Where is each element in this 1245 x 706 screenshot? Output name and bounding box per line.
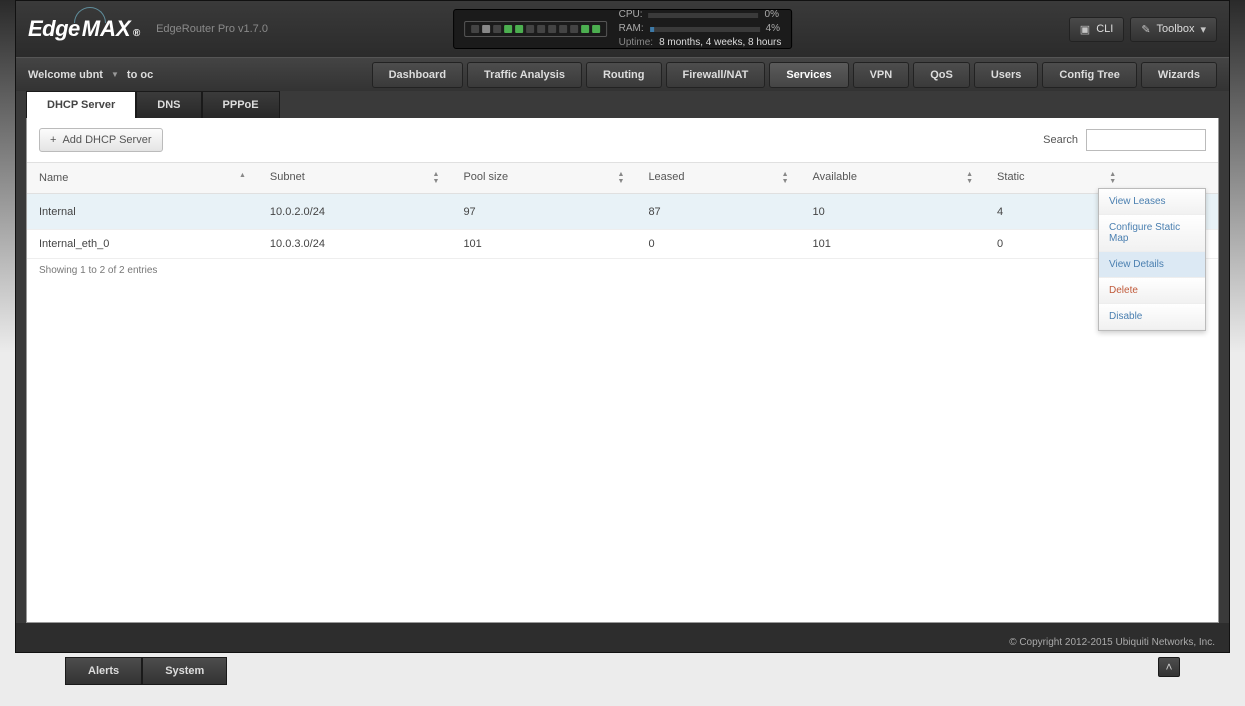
logo-arc-icon: [74, 7, 106, 23]
port-icon: [537, 25, 545, 33]
port-icon: [515, 25, 523, 33]
chevron-down-icon: ▾: [1200, 23, 1206, 36]
tab-wizards[interactable]: Wizards: [1141, 62, 1217, 88]
cli-label: CLI: [1096, 23, 1113, 35]
search-input[interactable]: [1086, 129, 1206, 151]
table-info: Showing 1 to 2 of 2 entries: [27, 259, 1218, 282]
cpu-bar: [649, 13, 759, 18]
port-diagram: [464, 21, 607, 37]
sort-icon: ▲▼: [433, 171, 440, 185]
port-icon: [471, 25, 479, 33]
menu-view-details[interactable]: View Details: [1099, 252, 1205, 278]
sort-icon: ▲▼: [618, 171, 625, 185]
port-icon: [592, 25, 600, 33]
col-leased[interactable]: Leased▲▼: [636, 163, 800, 194]
port-icon: [570, 25, 578, 33]
menu-view-leases[interactable]: View Leases: [1099, 189, 1205, 215]
welcome-text[interactable]: Welcome ubnt: [28, 69, 103, 81]
tab-routing[interactable]: Routing: [586, 62, 662, 88]
sort-icon: ▲▼: [1109, 171, 1116, 185]
plus-icon: +: [50, 134, 56, 146]
sort-icon: ▲▼: [966, 171, 973, 185]
stats-panel: CPU: 0% RAM: 4% Uptime: 8 months, 4 week…: [453, 9, 793, 49]
tab-qos[interactable]: QoS: [913, 62, 970, 88]
tab-config[interactable]: Config Tree: [1042, 62, 1137, 88]
cell-pool: 101: [451, 230, 636, 259]
brand-part1: Edge: [28, 16, 80, 42]
cell-name: Internal: [27, 194, 258, 230]
col-pool[interactable]: Pool size▲▼: [451, 163, 636, 194]
ram-label: RAM:: [619, 22, 644, 36]
tab-vpn[interactable]: VPN: [853, 62, 910, 88]
menu-configure-static-map[interactable]: Configure Static Map: [1099, 215, 1205, 252]
tab-firewall[interactable]: Firewall/NAT: [666, 62, 766, 88]
search-label: Search: [1043, 134, 1078, 146]
port-icon: [581, 25, 589, 33]
cell-name: Internal_eth_0: [27, 230, 258, 259]
add-label: Add DHCP Server: [62, 134, 151, 146]
tab-services[interactable]: Services: [769, 62, 848, 88]
ram-percent: 4%: [766, 22, 780, 36]
tab-traffic[interactable]: Traffic Analysis: [467, 62, 582, 88]
cpu-label: CPU:: [619, 8, 643, 22]
subtab-pppoe[interactable]: PPPoE: [202, 91, 280, 118]
port-icon: [548, 25, 556, 33]
uptime-label: Uptime:: [619, 36, 653, 50]
cell-subnet: 10.0.3.0/24: [258, 230, 452, 259]
table-row[interactable]: Internal_eth_0 10.0.3.0/24 101 0 101 0: [27, 230, 1218, 259]
col-available[interactable]: Available▲▼: [801, 163, 986, 194]
cell-leased: 87: [636, 194, 800, 230]
cell-available: 101: [801, 230, 986, 259]
wrench-icon: ✎: [1141, 23, 1150, 36]
add-dhcp-server-button[interactable]: + Add DHCP Server: [39, 128, 163, 152]
cell-pool: 97: [451, 194, 636, 230]
port-icon: [559, 25, 567, 33]
terminal-icon: ▣: [1080, 23, 1090, 36]
cli-button[interactable]: ▣ CLI: [1069, 17, 1125, 42]
collapse-button[interactable]: ˄: [1158, 657, 1180, 677]
actions-dropdown: View Leases Configure Static Map View De…: [1098, 188, 1206, 331]
port-icon: [526, 25, 534, 33]
toolbox-label: Toolbox: [1157, 23, 1195, 35]
copyright-text: © Copyright 2012-2015 Ubiquiti Networks,…: [16, 633, 1229, 652]
ram-bar: [650, 27, 760, 32]
chevron-up-icon: ˄: [1165, 660, 1172, 674]
uptime-value: 8 months, 4 weeks, 8 hours: [659, 36, 781, 50]
port-icon: [504, 25, 512, 33]
subtab-dns[interactable]: DNS: [136, 91, 201, 118]
port-icon: [493, 25, 501, 33]
tooc-text[interactable]: to oc: [127, 69, 153, 81]
port-icon: [482, 25, 490, 33]
menu-disable[interactable]: Disable: [1099, 304, 1205, 330]
cell-leased: 0: [636, 230, 800, 259]
sort-asc-icon: ▲: [239, 172, 246, 179]
col-name[interactable]: Name▲: [27, 163, 258, 194]
table-row[interactable]: Internal 10.0.2.0/24 97 87 10 4 Actions …: [27, 194, 1218, 230]
subtab-dhcp[interactable]: DHCP Server: [26, 91, 136, 118]
cell-subnet: 10.0.2.0/24: [258, 194, 452, 230]
cpu-percent: 0%: [765, 8, 779, 22]
dock-system[interactable]: System: [142, 657, 227, 685]
model-label: EdgeRouter Pro v1.7.0: [156, 23, 268, 35]
tab-users[interactable]: Users: [974, 62, 1039, 88]
chevron-down-icon: ▼: [111, 70, 119, 79]
cell-available: 10: [801, 194, 986, 230]
menu-delete[interactable]: Delete: [1099, 278, 1205, 304]
toolbox-button[interactable]: ✎ Toolbox ▾: [1130, 17, 1217, 42]
tab-dashboard[interactable]: Dashboard: [372, 62, 463, 88]
col-subnet[interactable]: Subnet▲▼: [258, 163, 452, 194]
sort-icon: ▲▼: [782, 171, 789, 185]
dock-alerts[interactable]: Alerts: [65, 657, 142, 685]
